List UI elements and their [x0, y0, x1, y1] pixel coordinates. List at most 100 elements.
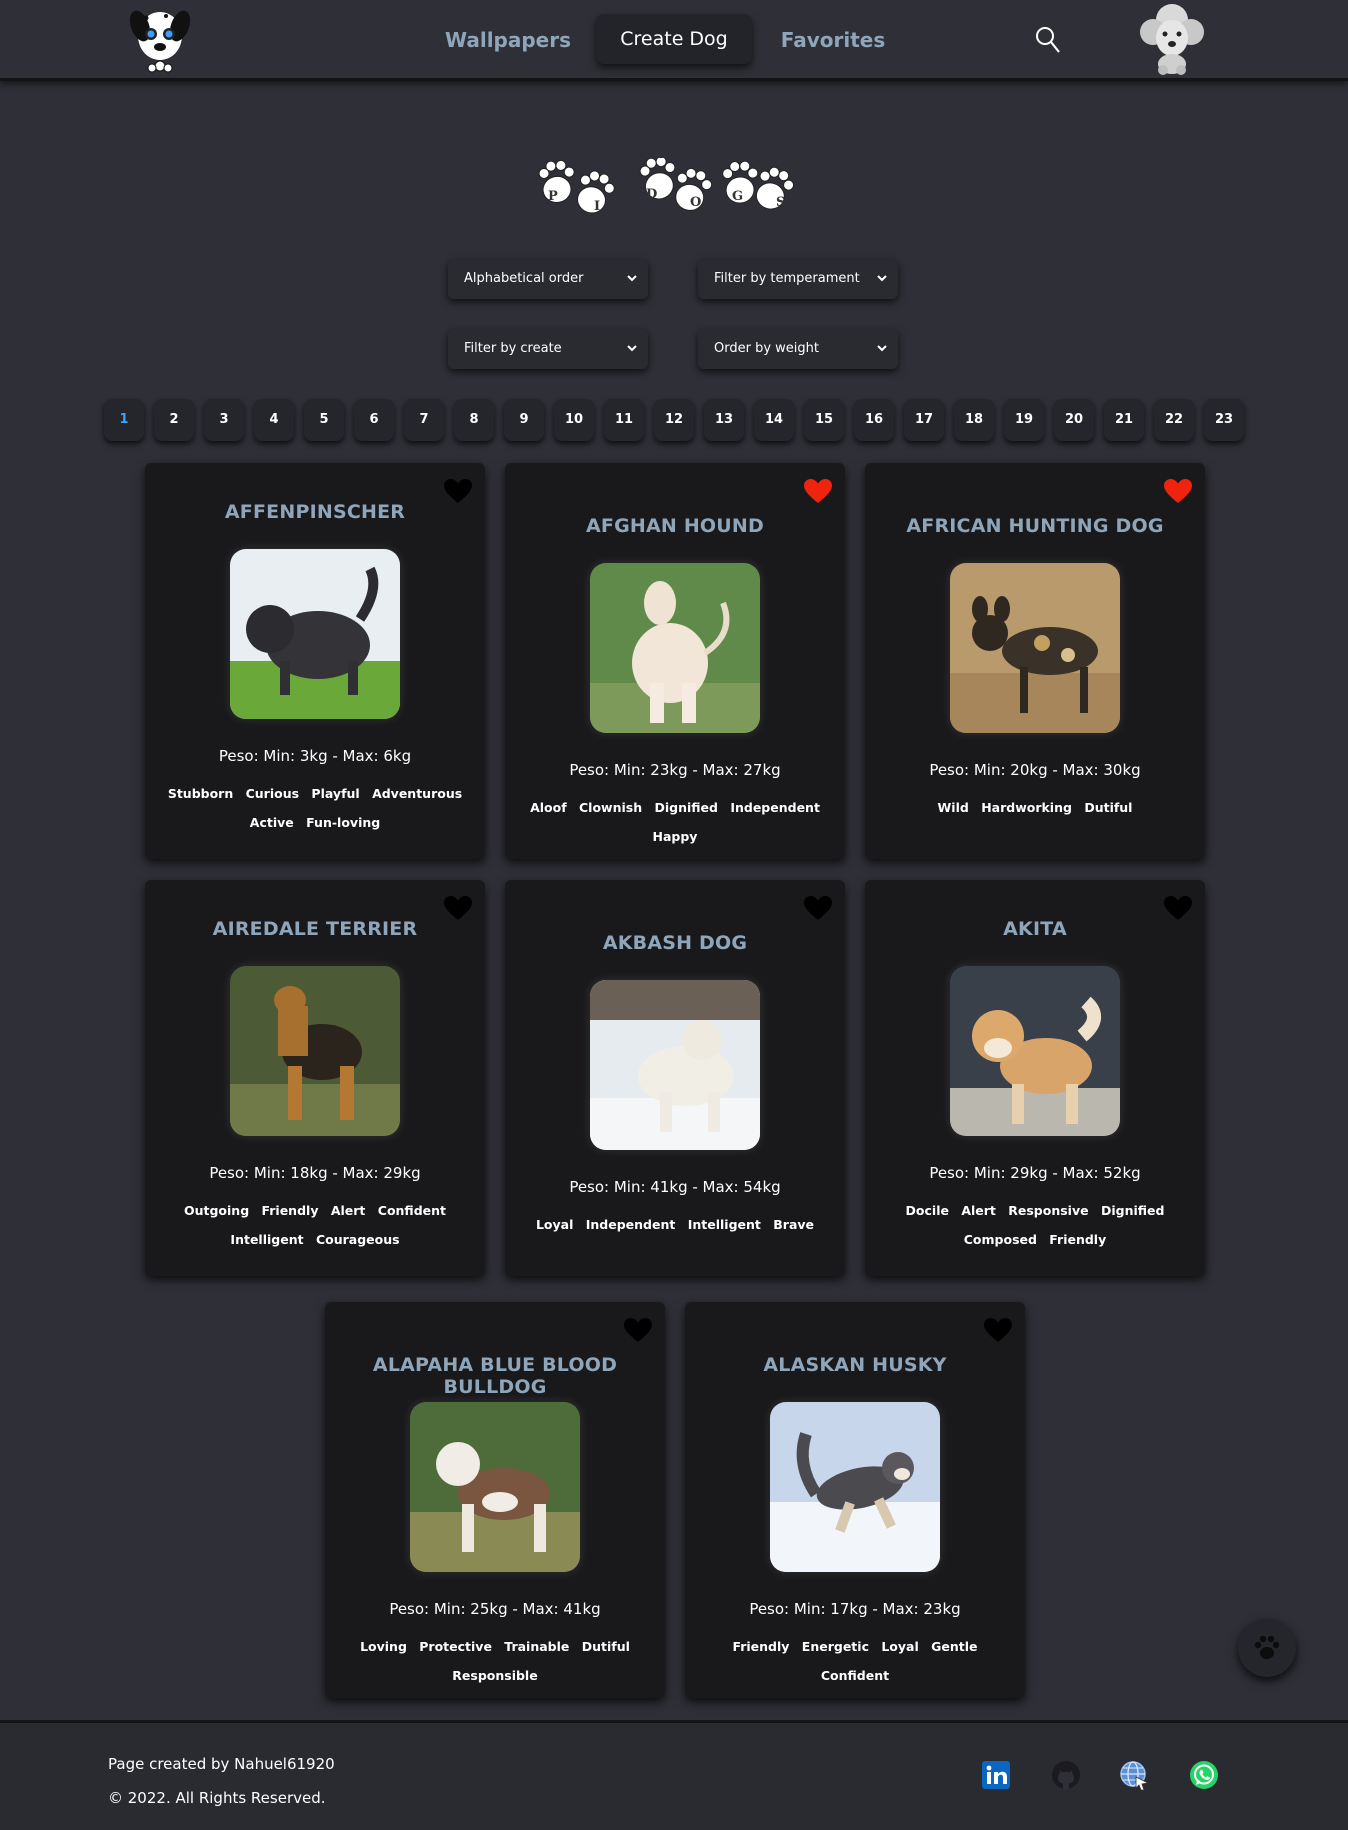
dog-card[interactable]: ALASKAN HUSKY Peso: Min: 17kg - Max: 23kg…	[685, 1302, 1025, 1698]
dog-name[interactable]: AKITA	[865, 918, 1205, 940]
page-button-5[interactable]: 5	[304, 399, 344, 441]
temperament-tag: Loyal	[881, 1639, 919, 1654]
temperament-tag: Adventurous	[372, 786, 463, 801]
page-button-18[interactable]: 18	[954, 399, 994, 441]
dog-card[interactable]: AFRICAN HUNTING DOG Peso: Min: 20kg - Max…	[865, 463, 1205, 859]
dog-weight: Peso: Min: 29kg - Max: 52kg	[929, 1164, 1141, 1182]
dog-card[interactable]: AKBASH DOG Peso: Min: 41kg - Max: 54kg Loy…	[505, 880, 845, 1276]
nav-wallpapers-link[interactable]: Wallpapers	[445, 14, 571, 66]
temperament-list: Wild Hardworking Dutiful	[875, 793, 1195, 822]
temperament-list: Outgoing Friendly Alert Confident Intell…	[155, 1196, 475, 1254]
order-weight-select[interactable]: Order by weight	[698, 329, 898, 369]
temperament-tag: Active	[249, 815, 294, 830]
temperament-tag: Trainable	[504, 1639, 570, 1654]
temperament-tag: Independent	[730, 800, 820, 815]
page-button-1[interactable]: 1	[104, 399, 144, 441]
dog-photo[interactable]	[590, 563, 760, 733]
temperament-tag: Brave	[773, 1217, 815, 1232]
favorite-heart-icon[interactable]	[624, 1318, 652, 1343]
poodle-avatar-icon[interactable]	[1133, 0, 1211, 76]
scroll-top-paw-button[interactable]	[1238, 1619, 1296, 1677]
page-button-4[interactable]: 4	[254, 399, 294, 441]
github-icon[interactable]	[1050, 1759, 1082, 1791]
page-button-6[interactable]: 6	[354, 399, 394, 441]
temperament-tag: Dutiful	[1084, 800, 1133, 815]
dog-name[interactable]: ALASKAN HUSKY	[685, 1354, 1025, 1376]
dog-card[interactable]: AKITA Peso: Min: 29kg - Max: 52kg Docile A…	[865, 880, 1205, 1276]
dog-name[interactable]: AFGHAN HOUND	[505, 515, 845, 537]
dog-photo[interactable]	[770, 1402, 940, 1572]
page-button-12[interactable]: 12	[654, 399, 694, 441]
dog-photo[interactable]	[950, 966, 1120, 1136]
nav-favorites-link[interactable]: Favorites	[780, 14, 886, 66]
dog-name[interactable]: AFRICAN HUNTING DOG	[865, 515, 1205, 537]
dog-card[interactable]: ALAPAHA BLUE BLOOD BULLDOG Peso: Min: 25k…	[325, 1302, 665, 1698]
page-button-22[interactable]: 22	[1154, 399, 1194, 441]
page-button-20[interactable]: 20	[1054, 399, 1094, 441]
page-button-13[interactable]: 13	[704, 399, 744, 441]
chevron-down-icon	[877, 275, 887, 282]
temperament-tag: Gentle	[931, 1639, 978, 1654]
dog-card[interactable]: AIREDALE TERRIER Peso: Min: 18kg - Max: 2…	[145, 880, 485, 1276]
chevron-down-icon	[627, 275, 637, 282]
filter-create-select[interactable]: Filter by create	[448, 329, 648, 369]
page-button-16[interactable]: 16	[854, 399, 894, 441]
temperament-tag: Responsible	[452, 1668, 538, 1683]
temperament-list: Aloof Clownish Dignified Independent Hap…	[515, 793, 835, 851]
page-button-8[interactable]: 8	[454, 399, 494, 441]
nav-create-dog-button[interactable]: Create Dog	[596, 14, 752, 64]
page-button-15[interactable]: 15	[804, 399, 844, 441]
page-button-17[interactable]: 17	[904, 399, 944, 441]
dog-weight: Peso: Min: 3kg - Max: 6kg	[218, 747, 412, 765]
temperament-tag: Composed	[963, 1232, 1037, 1247]
dog-weight: Peso: Min: 18kg - Max: 29kg	[209, 1164, 421, 1182]
search-icon[interactable]	[1035, 26, 1061, 54]
temperament-tag: Stubborn	[167, 786, 234, 801]
chevron-down-icon	[877, 345, 887, 352]
dog-photo[interactable]	[230, 966, 400, 1136]
page-button-9[interactable]: 9	[504, 399, 544, 441]
dog-name[interactable]: AKBASH DOG	[505, 932, 845, 954]
filter-temperament-select[interactable]: Filter by temperament	[698, 259, 898, 299]
dog-photo[interactable]	[230, 549, 400, 719]
whatsapp-icon[interactable]	[1188, 1759, 1220, 1791]
alphabetical-order-select[interactable]: Alphabetical order	[448, 259, 648, 299]
dog-photo[interactable]	[410, 1402, 580, 1572]
page-button-10[interactable]: 10	[554, 399, 594, 441]
page-button-21[interactable]: 21	[1104, 399, 1144, 441]
favorite-heart-icon[interactable]	[1164, 479, 1192, 504]
page-button-2[interactable]: 2	[154, 399, 194, 441]
favorite-heart-icon[interactable]	[804, 479, 832, 504]
favorite-heart-icon[interactable]	[804, 896, 832, 921]
web-globe-icon[interactable]	[1118, 1759, 1150, 1791]
page-button-23[interactable]: 23	[1204, 399, 1244, 441]
page-button-14[interactable]: 14	[754, 399, 794, 441]
dog-name[interactable]: AIREDALE TERRIER	[145, 918, 485, 940]
linkedin-icon[interactable]	[980, 1759, 1012, 1791]
page-button-7[interactable]: 7	[404, 399, 444, 441]
temperament-tag: Responsive	[1008, 1203, 1089, 1218]
favorite-heart-icon[interactable]	[984, 1318, 1012, 1343]
select-label: Filter by temperament	[714, 271, 860, 286]
temperament-tag: Dignified	[1100, 1203, 1165, 1218]
dalmatian-logo-icon[interactable]	[124, 2, 196, 74]
dog-photo[interactable]	[590, 980, 760, 1150]
temperament-tag: Dutiful	[581, 1639, 630, 1654]
temperament-tag: Fun-loving	[306, 815, 381, 830]
page-button-19[interactable]: 19	[1004, 399, 1044, 441]
temperament-tag: Alert	[961, 1203, 996, 1218]
temperament-tag: Protective	[419, 1639, 492, 1654]
dog-card[interactable]: AFGHAN HOUND Peso: Min: 23kg - Max: 27kg A…	[505, 463, 845, 859]
temperament-tag: Hardworking	[981, 800, 1072, 815]
dog-name[interactable]: AFFENPINSCHER	[145, 501, 485, 523]
select-label: Alphabetical order	[464, 271, 584, 286]
dog-photo[interactable]	[950, 563, 1120, 733]
dog-weight: Peso: Min: 23kg - Max: 27kg	[569, 761, 781, 779]
page-button-11[interactable]: 11	[604, 399, 644, 441]
temperament-tag: Aloof	[530, 800, 567, 815]
temperament-tag: Intelligent	[687, 1217, 761, 1232]
page-button-3[interactable]: 3	[204, 399, 244, 441]
dog-card[interactable]: AFFENPINSCHER Peso: Min: 3kg - Max: 6kg St…	[145, 463, 485, 859]
dog-name[interactable]: ALAPAHA BLUE BLOOD BULLDOG	[325, 1354, 665, 1398]
footer: Page created by Nahuel61920 © 2022. All …	[0, 1720, 1348, 1830]
